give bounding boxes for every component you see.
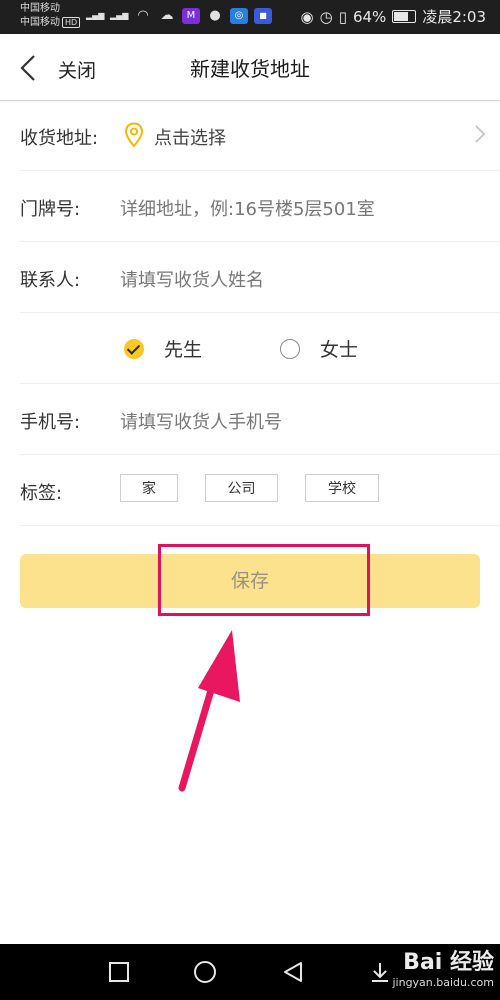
phone-input[interactable]: 请填写收货人手机号 — [120, 408, 282, 434]
phone-label: 手机号: — [20, 412, 81, 433]
wechat-icon: ● — [209, 8, 221, 23]
hd-badge: HD — [62, 17, 81, 28]
carrier-info: 中国移动 中国移动 HD — [20, 2, 81, 30]
app-icon: ■ — [254, 8, 272, 24]
page-title: 新建收货地址 — [190, 57, 310, 81]
alarm-icon: ◷ — [319, 7, 333, 26]
contact-row: 联系人: 请填写收货人姓名 — [20, 242, 500, 313]
watermark-sub: jingyan.baidu.com — [392, 976, 494, 989]
contact-label: 联系人: — [20, 270, 81, 291]
signal-icon: ▂▄▆ — [86, 11, 105, 20]
system-nav-bar: Bai 经验 jingyan.baidu.com — [0, 944, 500, 1000]
eye-icon: ◉ — [300, 7, 314, 26]
wifi-icon: ◠ — [137, 8, 149, 23]
tag-school[interactable]: 学校 — [305, 474, 379, 502]
contact-name-input[interactable]: 请填写收货人姓名 — [120, 266, 264, 292]
house-number-input[interactable]: 详细地址，例:16号楼5层501室 — [120, 195, 375, 221]
home-circle-icon[interactable] — [193, 960, 217, 984]
gender-option-label: 先生 — [164, 339, 203, 361]
gender-option-label: 女士 — [320, 339, 359, 361]
status-time: 凌晨2:03 — [422, 8, 486, 26]
address-label: 收货地址: — [20, 128, 99, 149]
status-bar: 中国移动 中国移动 HD ▂▄▆ ▂▄▆ ◠ ☁ M ● ◎ ■ ◉ ◷ ▯ 64… — [0, 0, 500, 34]
gender-option-ms[interactable]: 女士 — [280, 335, 358, 362]
watermark-main: Bai 经验 — [403, 950, 494, 975]
carrier-1: 中国移动 — [20, 3, 60, 14]
app-icon: ◎ — [230, 8, 248, 24]
address-value: 点击选择 — [154, 128, 226, 149]
cloud-icon: ☁ — [160, 8, 174, 23]
tag-home[interactable]: 家 — [120, 474, 178, 502]
status-right: ◉ ◷ ▯ 64% 凌晨2:03 — [301, 6, 486, 27]
address-form: 收货地址: 点击选择 门牌号: 详细地址，例:16号楼5层501室 联系人: 请… — [0, 100, 500, 526]
status-icons: ▂▄▆ ▂▄▆ ◠ ☁ M ● ◎ ■ — [86, 8, 272, 24]
vibrate-icon: ▯ — [338, 7, 347, 26]
signal-icon: ▂▄▆ — [110, 11, 129, 20]
recents-square-icon[interactable] — [107, 960, 131, 984]
radio-unchecked-icon — [280, 338, 300, 359]
house-number-row: 门牌号: 详细地址，例:16号楼5层501室 — [20, 171, 500, 242]
save-button[interactable]: 保存 — [20, 554, 480, 608]
tag-company[interactable]: 公司 — [205, 474, 278, 502]
gender-row: 先生 女士 — [20, 313, 500, 384]
annotation-arrow-icon — [178, 630, 240, 792]
tags-row: 标签: 家 公司 学校 — [20, 455, 500, 526]
address-row[interactable]: 收货地址: 点击选择 — [20, 100, 500, 171]
tag-options: 家 公司 学校 — [120, 474, 379, 502]
back-triangle-icon[interactable] — [281, 960, 305, 984]
battery-percent: 64% — [352, 7, 387, 26]
battery-icon — [392, 10, 417, 23]
app-icon: M — [182, 8, 200, 24]
tags-label: 标签: — [20, 483, 63, 504]
radio-checked-icon — [124, 338, 144, 359]
header: 关闭 新建收货地址 — [0, 34, 500, 101]
phone-row: 手机号: 请填写收货人手机号 — [20, 384, 500, 455]
house-number-label: 门牌号: — [20, 199, 81, 220]
baidu-watermark: Bai 经验 jingyan.baidu.com — [392, 950, 494, 990]
carrier-2: 中国移动 — [20, 17, 60, 28]
gender-option-mr[interactable]: 先生 — [124, 335, 202, 362]
notification-pull-icon[interactable] — [368, 960, 392, 984]
chevron-right-icon — [475, 125, 486, 143]
location-pin-icon — [124, 122, 144, 148]
